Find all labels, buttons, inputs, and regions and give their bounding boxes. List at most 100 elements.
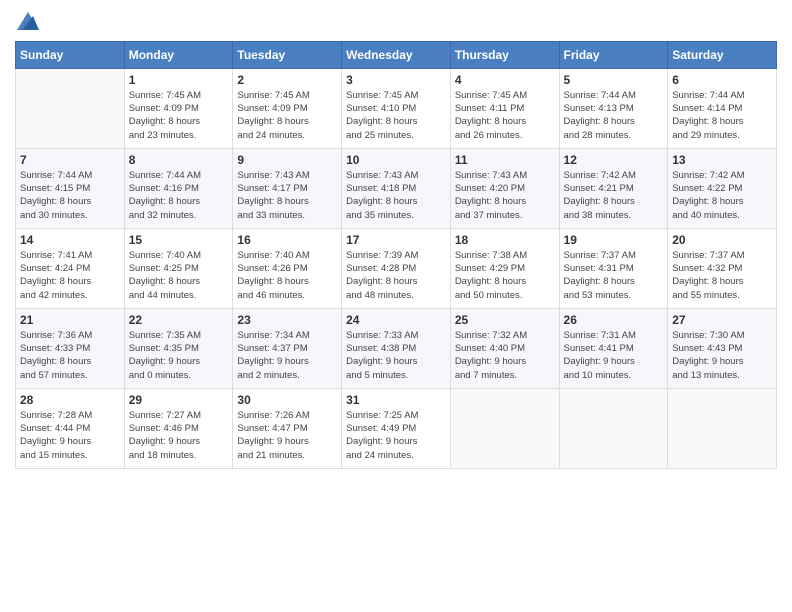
day-info: Sunrise: 7:36 AM Sunset: 4:33 PM Dayligh… [20,329,120,382]
day-number: 13 [672,153,772,167]
day-number: 8 [129,153,229,167]
calendar-cell: 7 Sunrise: 7:44 AM Sunset: 4:15 PM Daylig… [16,148,125,228]
week-row-2: 7 Sunrise: 7:44 AM Sunset: 4:15 PM Daylig… [16,148,777,228]
day-info: Sunrise: 7:43 AM Sunset: 4:17 PM Dayligh… [237,169,337,222]
day-number: 24 [346,313,446,327]
calendar-cell: 28 Sunrise: 7:28 AM Sunset: 4:44 PM Dayli… [16,388,125,468]
week-row-4: 21 Sunrise: 7:36 AM Sunset: 4:33 PM Dayli… [16,308,777,388]
day-number: 14 [20,233,120,247]
calendar-cell: 10 Sunrise: 7:43 AM Sunset: 4:18 PM Dayli… [342,148,451,228]
calendar-cell: 25Sunrise: 7:32 AM Sunset: 4:40 PM Dayli… [450,308,559,388]
calendar-cell: 31 Sunrise: 7:25 AM Sunset: 4:49 PM Dayli… [342,388,451,468]
day-info: Sunrise: 7:43 AM Sunset: 4:18 PM Dayligh… [346,169,446,222]
calendar-cell: 16 Sunrise: 7:40 AM Sunset: 4:26 PM Dayli… [233,228,342,308]
calendar-cell: 24 Sunrise: 7:33 AM Sunset: 4:38 PM Dayli… [342,308,451,388]
calendar-cell: 14 Sunrise: 7:41 AM Sunset: 4:24 PM Dayli… [16,228,125,308]
logo [15,14,39,35]
day-number: 11 [455,153,555,167]
day-info: Sunrise: 7:32 AM Sunset: 4:40 PM Dayligh… [455,329,555,382]
day-number: 10 [346,153,446,167]
calendar-cell [668,388,777,468]
day-number: 17 [346,233,446,247]
day-info: Sunrise: 7:30 AM Sunset: 4:43 PM Dayligh… [672,329,772,382]
calendar-cell: 21 Sunrise: 7:36 AM Sunset: 4:33 PM Dayli… [16,308,125,388]
logo-text [15,14,39,35]
header-day-monday: Monday [124,41,233,68]
calendar-cell: 29 Sunrise: 7:27 AM Sunset: 4:46 PM Dayli… [124,388,233,468]
day-info: Sunrise: 7:33 AM Sunset: 4:38 PM Dayligh… [346,329,446,382]
day-number: 27 [672,313,772,327]
day-number: 21 [20,313,120,327]
day-info: Sunrise: 7:38 AM Sunset: 4:29 PM Dayligh… [455,249,555,302]
calendar-cell: 13 Sunrise: 7:42 AM Sunset: 4:22 PM Dayli… [668,148,777,228]
day-info: Sunrise: 7:44 AM Sunset: 4:16 PM Dayligh… [129,169,229,222]
calendar-cell: 8 Sunrise: 7:44 AM Sunset: 4:16 PM Daylig… [124,148,233,228]
calendar-cell: 30Sunrise: 7:26 AM Sunset: 4:47 PM Dayli… [233,388,342,468]
calendar-cell: 22 Sunrise: 7:35 AM Sunset: 4:35 PM Dayli… [124,308,233,388]
day-number: 20 [672,233,772,247]
week-row-1: 1 Sunrise: 7:45 AM Sunset: 4:09 PM Daylig… [16,68,777,148]
calendar-cell [559,388,668,468]
day-number: 22 [129,313,229,327]
day-info: Sunrise: 7:42 AM Sunset: 4:21 PM Dayligh… [564,169,664,222]
day-number: 30 [237,393,337,407]
page: SundayMondayTuesdayWednesdayThursdayFrid… [0,0,792,612]
day-info: Sunrise: 7:45 AM Sunset: 4:09 PM Dayligh… [237,89,337,142]
day-info: Sunrise: 7:45 AM Sunset: 4:11 PM Dayligh… [455,89,555,142]
day-number: 19 [564,233,664,247]
header-day-friday: Friday [559,41,668,68]
day-info: Sunrise: 7:45 AM Sunset: 4:09 PM Dayligh… [129,89,229,142]
day-number: 4 [455,73,555,87]
day-info: Sunrise: 7:41 AM Sunset: 4:24 PM Dayligh… [20,249,120,302]
calendar-cell: 12 Sunrise: 7:42 AM Sunset: 4:21 PM Dayli… [559,148,668,228]
day-number: 29 [129,393,229,407]
calendar-table: SundayMondayTuesdayWednesdayThursdayFrid… [15,41,777,469]
day-number: 12 [564,153,664,167]
day-number: 9 [237,153,337,167]
calendar-cell: 9 Sunrise: 7:43 AM Sunset: 4:17 PM Daylig… [233,148,342,228]
day-info: Sunrise: 7:39 AM Sunset: 4:28 PM Dayligh… [346,249,446,302]
calendar-cell: 1 Sunrise: 7:45 AM Sunset: 4:09 PM Daylig… [124,68,233,148]
day-info: Sunrise: 7:35 AM Sunset: 4:35 PM Dayligh… [129,329,229,382]
header-day-thursday: Thursday [450,41,559,68]
calendar-cell: 27 Sunrise: 7:30 AM Sunset: 4:43 PM Dayli… [668,308,777,388]
day-info: Sunrise: 7:40 AM Sunset: 4:26 PM Dayligh… [237,249,337,302]
calendar-cell: 4 Sunrise: 7:45 AM Sunset: 4:11 PM Daylig… [450,68,559,148]
header [15,10,777,35]
day-info: Sunrise: 7:37 AM Sunset: 4:32 PM Dayligh… [672,249,772,302]
day-info: Sunrise: 7:37 AM Sunset: 4:31 PM Dayligh… [564,249,664,302]
calendar-cell: 26Sunrise: 7:31 AM Sunset: 4:41 PM Dayli… [559,308,668,388]
calendar-cell: 5 Sunrise: 7:44 AM Sunset: 4:13 PM Daylig… [559,68,668,148]
header-day-sunday: Sunday [16,41,125,68]
day-number: 7 [20,153,120,167]
week-row-5: 28 Sunrise: 7:28 AM Sunset: 4:44 PM Dayli… [16,388,777,468]
day-info: Sunrise: 7:44 AM Sunset: 4:13 PM Dayligh… [564,89,664,142]
day-number: 16 [237,233,337,247]
day-info: Sunrise: 7:31 AM Sunset: 4:41 PM Dayligh… [564,329,664,382]
calendar-cell: 23 Sunrise: 7:34 AM Sunset: 4:37 PM Dayli… [233,308,342,388]
calendar-cell: 18 Sunrise: 7:38 AM Sunset: 4:29 PM Dayli… [450,228,559,308]
day-info: Sunrise: 7:28 AM Sunset: 4:44 PM Dayligh… [20,409,120,462]
day-number: 31 [346,393,446,407]
day-number: 5 [564,73,664,87]
day-info: Sunrise: 7:25 AM Sunset: 4:49 PM Dayligh… [346,409,446,462]
day-number: 23 [237,313,337,327]
day-info: Sunrise: 7:42 AM Sunset: 4:22 PM Dayligh… [672,169,772,222]
day-number: 15 [129,233,229,247]
day-info: Sunrise: 7:44 AM Sunset: 4:15 PM Dayligh… [20,169,120,222]
calendar-cell: 17 Sunrise: 7:39 AM Sunset: 4:28 PM Dayli… [342,228,451,308]
calendar-cell: 3Sunrise: 7:45 AM Sunset: 4:10 PM Daylig… [342,68,451,148]
day-info: Sunrise: 7:27 AM Sunset: 4:46 PM Dayligh… [129,409,229,462]
calendar-cell: 11 Sunrise: 7:43 AM Sunset: 4:20 PM Dayli… [450,148,559,228]
day-number: 18 [455,233,555,247]
day-number: 6 [672,73,772,87]
day-info: Sunrise: 7:34 AM Sunset: 4:37 PM Dayligh… [237,329,337,382]
day-number: 28 [20,393,120,407]
day-info: Sunrise: 7:44 AM Sunset: 4:14 PM Dayligh… [672,89,772,142]
day-number: 1 [129,73,229,87]
calendar-cell: 20 Sunrise: 7:37 AM Sunset: 4:32 PM Dayli… [668,228,777,308]
header-row: SundayMondayTuesdayWednesdayThursdayFrid… [16,41,777,68]
day-info: Sunrise: 7:43 AM Sunset: 4:20 PM Dayligh… [455,169,555,222]
header-day-tuesday: Tuesday [233,41,342,68]
calendar-cell: 19 Sunrise: 7:37 AM Sunset: 4:31 PM Dayli… [559,228,668,308]
